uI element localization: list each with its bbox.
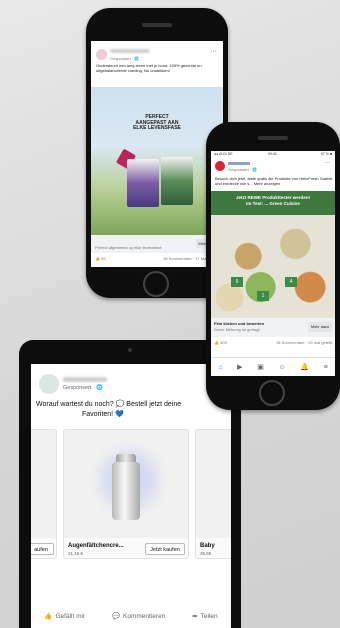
page-name-blurred[interactable]: [110, 49, 150, 53]
comment-button[interactable]: 💬 Kommentieren: [111, 612, 166, 621]
sponsored-label: Gesponsert · 🌐: [63, 385, 104, 391]
sponsored-label: Gesponsert · 🌐: [228, 167, 258, 172]
product-image: [31, 430, 56, 538]
home-nav-icon[interactable]: ⌂: [218, 364, 222, 371]
food-photo: [211, 215, 335, 318]
carousel-card[interactable]: Augenfältchencre... 21,16 € Jetzt kaufen: [63, 429, 189, 559]
camera: [128, 348, 132, 352]
ad-image[interactable]: PERFECT AANGEPAST AAN ELKE LEVENSFASE: [91, 87, 223, 235]
product-name: Augenfältchencre...: [68, 543, 124, 549]
carousel-card[interactable]: Baby 36,65: [195, 429, 231, 559]
buy-now-button[interactable]: Jetzt kaufen: [145, 543, 185, 555]
phone-1-screen: Gesponsert · 🌐 ··· Ondersteunt een lang …: [91, 41, 223, 267]
post-text: Worauf wartest du noch? 💭 Bestell jetzt …: [36, 400, 228, 420]
phone-2-screen: ●● ALDI DE 09:42 97 % ■ Gesponsert · 🌐 ·…: [211, 151, 335, 376]
status-bar: ●● ALDI DE 09:42 97 % ■: [214, 152, 332, 158]
avatar[interactable]: [39, 374, 59, 394]
share-label: Teilen: [200, 612, 218, 620]
post-text: Ondersteunt een lang leven met je hond: …: [96, 63, 202, 73]
share-button[interactable]: ➦ Teilen: [192, 612, 218, 621]
product-carousel[interactable]: aufen Augenfältchencre... 21,16 € Jetzt …: [31, 429, 231, 559]
comment-icon: 💬: [111, 613, 121, 620]
marketplace-nav-icon[interactable]: ▣: [257, 363, 264, 371]
comment-label: Kommentieren: [123, 612, 166, 620]
post-actions: 👍 Gefällt mir 💬 Kommentieren ➦ Teilen: [31, 608, 231, 624]
cta-subtitle: Deine Meinung ist gefragt: [214, 327, 260, 332]
post-header: Gesponsert · 🌐: [39, 374, 219, 400]
cta-title: Film klicken und bewerten: [214, 321, 265, 326]
more-options-icon[interactable]: ···: [210, 48, 217, 55]
like-label: Gefällt mir: [55, 612, 86, 620]
clock: 09:42: [268, 152, 277, 156]
share-icon: ➦: [192, 613, 198, 620]
product-price: 36,65: [200, 551, 212, 556]
home-button[interactable]: [259, 380, 285, 406]
thumbs-up-icon: 👍: [44, 613, 53, 620]
product-name: Baby: [200, 543, 215, 549]
battery-indicator: 97 % ■: [320, 152, 332, 156]
menu-nav-icon[interactable]: ≡: [324, 364, 328, 371]
post-text-line-2: Favoriten! 💙: [82, 411, 124, 418]
ad-banner-line-2: Im Test: ... Green Cuisine: [246, 201, 300, 206]
tablet-screen: Gesponsert · 🌐 Worauf wartest du noch? 💭…: [31, 364, 231, 628]
reaction-count[interactable]: 👍 403: [214, 340, 227, 345]
page-name-blurred[interactable]: [63, 377, 107, 382]
ad-headline-line-3: ELKE LEVENSFASE: [133, 125, 181, 131]
ad-banner-text: Jetzt REWE Produkttester werden! Im Test…: [211, 195, 335, 207]
carrier-signal: ●● ALDI DE: [214, 152, 233, 156]
product-price: 21,16 €: [68, 551, 84, 556]
more-options-icon[interactable]: ···: [324, 160, 330, 166]
reaction-count[interactable]: 👍 65: [95, 256, 106, 261]
product-package-1: [127, 159, 159, 207]
learn-more-button[interactable]: Mehr dazu: [308, 322, 332, 332]
avatar[interactable]: [96, 49, 107, 60]
bottom-nav: ⌂ ▶ ▣ ☺ 🔔 ≡: [211, 357, 335, 376]
post-text-line-1: Worauf wartest du noch? 💭 Bestell jetzt …: [36, 401, 182, 408]
engagement-stats: 👍 65 35 Kommentare · 17 Mal geteilt: [95, 256, 219, 261]
post-header: Gesponsert · 🌐 ···: [215, 160, 331, 175]
speaker-grille: [258, 136, 288, 140]
cta-row: Film klicken und bewerten Deine Meinung …: [211, 318, 335, 337]
product-image: [64, 430, 188, 538]
post-header: Gesponsert · 🌐 ···: [96, 47, 219, 63]
phone-mockup-2: ●● ALDI DE 09:42 97 % ■ Gesponsert · 🌐 ·…: [206, 122, 340, 410]
carousel-card[interactable]: aufen: [31, 429, 57, 559]
rating-chip: 4: [285, 277, 297, 287]
like-button[interactable]: 👍 Gefällt mir: [44, 612, 86, 621]
buy-now-button[interactable]: aufen: [31, 543, 54, 555]
profile-nav-icon[interactable]: ☺: [278, 364, 285, 371]
rating-chip: 1: [257, 291, 269, 301]
rating-chip: 5: [231, 277, 243, 287]
product-image: [196, 430, 231, 538]
watch-nav-icon[interactable]: ▶: [237, 363, 242, 371]
engagement-stats: 👍 403 34 Kommentare · 23 mal geteilt: [214, 340, 332, 348]
speaker-grille: [142, 23, 172, 27]
sponsored-label: Gesponsert · 🌐: [110, 56, 140, 61]
cta-subtitle: Perfect afgestemd op elke levensfase: [95, 245, 162, 250]
avatar[interactable]: [215, 161, 225, 171]
page-name-blurred[interactable]: [228, 162, 250, 165]
comment-share-count[interactable]: 34 Kommentare · 23 mal geteilt: [276, 340, 332, 345]
product-bottle: [112, 462, 140, 520]
ad-image[interactable]: Jetzt REWE Produkttester werden! Im Test…: [211, 191, 335, 318]
notifications-nav-icon[interactable]: 🔔: [300, 363, 309, 371]
home-button[interactable]: [143, 271, 169, 297]
product-package-2: [161, 157, 193, 205]
post-text: Besuch dich jetzt, teste gratis die Prod…: [215, 176, 333, 186]
ad-headline: PERFECT AANGEPAST AAN ELKE LEVENSFASE: [91, 114, 223, 132]
cta-row: Perfect afgestemd op elke levensfase Mee…: [91, 235, 223, 253]
